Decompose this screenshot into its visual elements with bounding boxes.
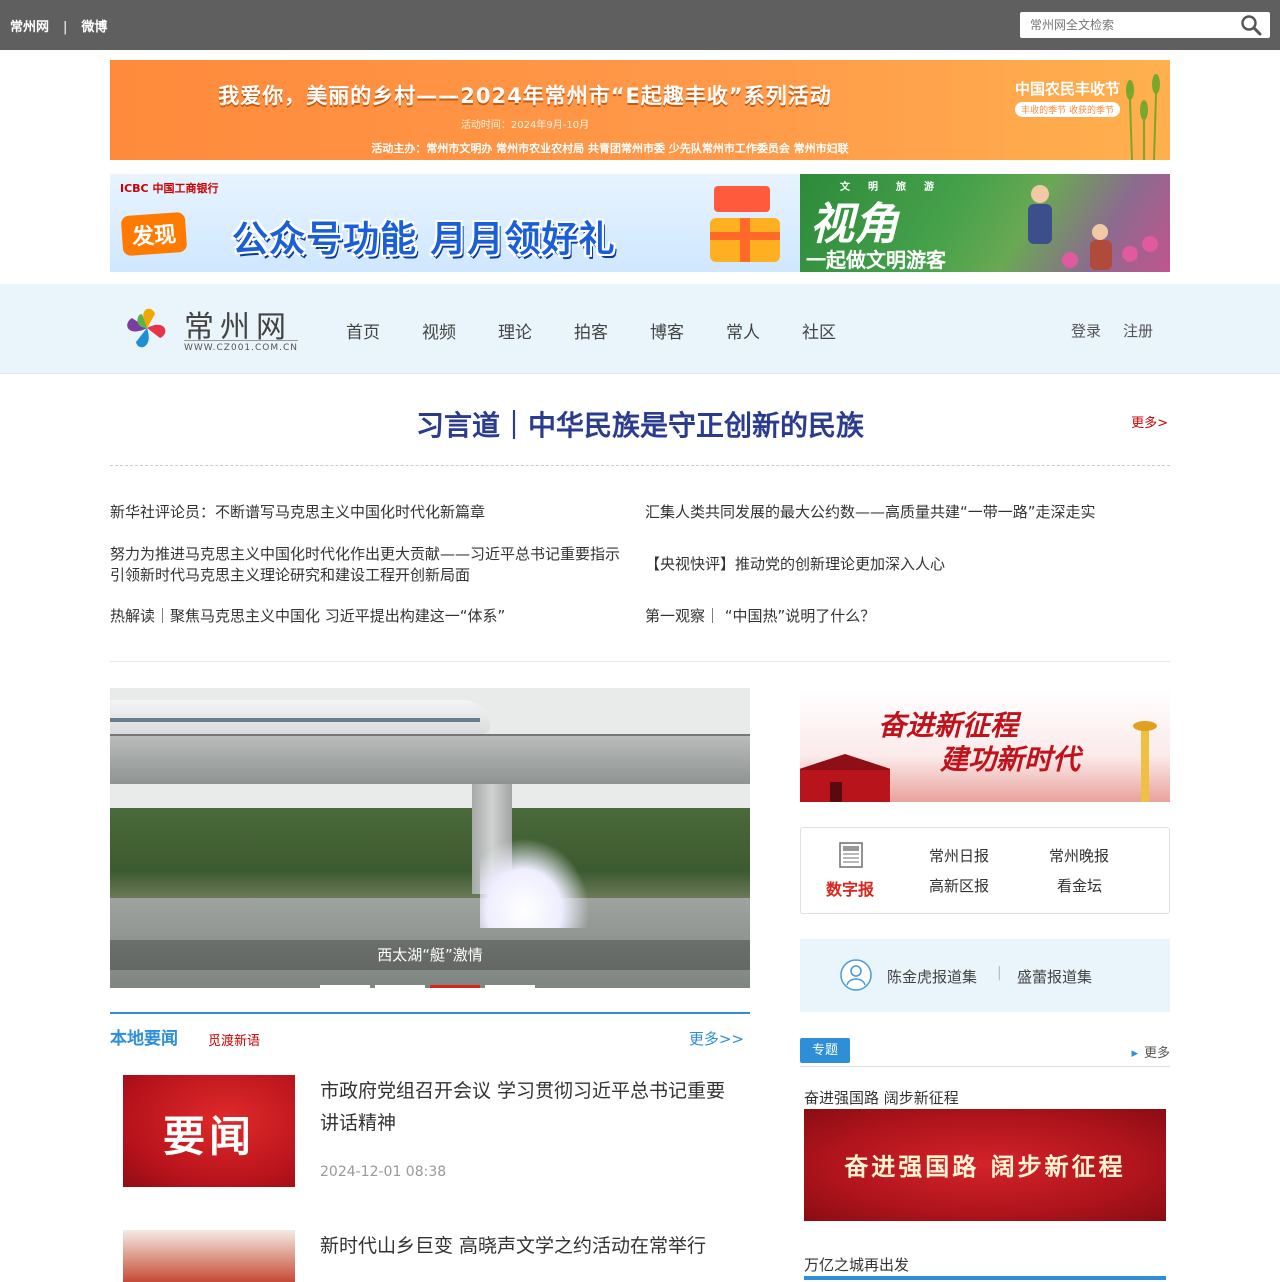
nav-item-video[interactable]: 视频	[422, 318, 456, 343]
slide-train	[110, 700, 490, 734]
epaper-box: 数字报 常州日报 常州晚报 高新区报 看金坛	[800, 827, 1170, 914]
newspaper-icon	[839, 842, 863, 868]
harvest-festival-logo: 中国农民丰收节	[1014, 80, 1120, 98]
top-separator: |	[63, 20, 68, 35]
slide-splash	[480, 838, 590, 928]
special-tag: 专题	[800, 1038, 850, 1063]
auth-links: 登录 注册	[1071, 320, 1175, 341]
slide-trees	[110, 808, 750, 898]
top-links: 常州网 | 微博	[10, 16, 107, 35]
news-link[interactable]: 汇集人类共同发展的最大公约数——高质量共建“一带一路”走深走实	[645, 502, 1165, 523]
news-thumbnail[interactable]: 要闻	[123, 1075, 295, 1187]
site-logo[interactable]: 常州网 WWW.CZ001.COM.CN	[122, 302, 302, 358]
epaper-link-gxqb[interactable]: 高新区报	[929, 875, 989, 896]
banner1-title: 我爱你，美丽的乡村——2024年常州市“E起趣丰收”系列活动	[218, 84, 832, 108]
news-link[interactable]: 新华社评论员：不断谱写马克思主义中国化时代化新篇章	[110, 502, 630, 523]
slide-caption[interactable]: 西太湖“艇”激情	[110, 940, 750, 970]
headline-more-link[interactable]: 更多>	[1131, 412, 1168, 431]
slider-dot-active[interactable]	[430, 985, 480, 988]
link-czw[interactable]: 常州网	[10, 20, 49, 35]
slide-bridge	[110, 734, 750, 784]
search-icon[interactable]	[1240, 14, 1262, 36]
news-link[interactable]: 努力为推进马克思主义中国化时代化作出更大贡献——习近平总书记重要指示引领新时代马…	[110, 544, 630, 586]
banner1-organizers: 活动主办：常州市文明办 常州市农业农村局 共青团常州市委 少先队常州市工作委员会…	[371, 142, 849, 155]
wheat-icon	[1126, 74, 1160, 160]
reports-separator: |	[997, 965, 1002, 981]
flower-logo-icon	[127, 308, 166, 348]
promo-line2: 建功新时代	[940, 743, 1081, 776]
local-news-subtitle[interactable]: 觅渡新语	[208, 1030, 260, 1049]
epaper-label[interactable]: 数字报	[826, 876, 874, 900]
special-divider	[800, 1066, 1170, 1067]
slider-dot[interactable]	[320, 985, 370, 988]
top-bar: 常州网 | 微博	[0, 0, 1280, 50]
site-search	[1020, 12, 1270, 38]
nav-item-changren[interactable]: 常人	[726, 318, 760, 343]
nav-item-home[interactable]: 首页	[346, 318, 380, 343]
login-link[interactable]: 登录	[1071, 322, 1101, 340]
civilized-tourism-banner[interactable]: 文明旅游 视角 一起做文明游客	[800, 174, 1170, 272]
faxian-badge: 发现	[120, 211, 188, 257]
report-link-shenglei[interactable]: 盛蕾报道集	[1017, 966, 1092, 987]
site-url: WWW.CZ001.COM.CN	[184, 340, 299, 353]
special-image-text: 奋进强国路 阔步新征程	[844, 1153, 1126, 1181]
special-item-title[interactable]: 万亿之城再出发	[804, 1254, 909, 1275]
banner3-title: 视角	[810, 199, 898, 250]
local-news: 本地要闻 觅渡新语 更多>> 要闻 市政府党组召开会议 学习贯彻习近平总书记重要…	[110, 1012, 750, 1282]
promo-banner[interactable]: 奋进新征程 建功新时代	[800, 688, 1170, 802]
news-thumbnail[interactable]	[123, 1230, 295, 1282]
news-grid: 新华社评论员：不断谱写马克思主义中国化时代化新篇章 汇集人类共同发展的最大公约数…	[110, 490, 1170, 662]
epaper-link-kjt[interactable]: 看金坛	[1057, 875, 1102, 896]
nav-menu: 首页 视频 理论 拍客 博客 常人 社区	[346, 318, 878, 343]
search-input[interactable]	[1020, 12, 1220, 38]
banner3-subtitle: 一起做文明游客	[806, 248, 946, 272]
local-news-item-date: 2024-12-01 08:38	[320, 1164, 447, 1180]
icbc-logo: ICBC 中国工商银行	[120, 182, 219, 195]
thumb-text: 要闻	[162, 1112, 255, 1161]
nav-item-community[interactable]: 社区	[802, 318, 836, 343]
special-topics: 专题 更多 奋进强国路 阔步新征程 奋进强国路 阔步新征程 万亿之城再出发	[800, 1038, 1170, 1280]
register-link[interactable]: 注册	[1123, 322, 1153, 340]
slider-dots	[320, 973, 540, 988]
train-stripe	[110, 718, 480, 722]
tiananmen-icon	[800, 754, 890, 802]
harvest-festival-logo-sub: 丰收的季节 收获的季节	[1015, 102, 1120, 117]
headline-title[interactable]: 习言道｜中华民族是守正创新的民族	[110, 404, 1170, 444]
person-icon	[840, 959, 872, 991]
photo-slider[interactable]: 西太湖“艇”激情	[110, 688, 750, 988]
banner1-time: 活动时间：2024年9月-10月	[460, 120, 590, 131]
special-item-title[interactable]: 奋进强国路 阔步新征程	[804, 1087, 959, 1108]
huabiao-icon	[1133, 721, 1157, 802]
link-weibo[interactable]: 微博	[81, 20, 107, 35]
harvest-festival-banner[interactable]: 我爱你，美丽的乡村——2024年常州市“E起趣丰收”系列活动 活动时间：2024…	[110, 60, 1170, 160]
local-news-title[interactable]: 本地要闻	[110, 1024, 178, 1049]
headline-section: 习言道｜中华民族是守正创新的民族 更多>	[110, 400, 1170, 466]
local-news-more-link[interactable]: 更多>>	[689, 1028, 744, 1049]
gift-icon	[710, 186, 780, 262]
icbc-slogan: 公众号功能 月月领好礼	[232, 219, 616, 260]
news-link[interactable]: 第一观察｜ “中国热”说明了什么？	[645, 606, 1165, 627]
local-news-item-title[interactable]: 市政府党组召开会议 学习贯彻习近平总书记重要讲话精神	[320, 1075, 740, 1139]
nav-item-theory[interactable]: 理论	[498, 318, 532, 343]
main-nav: 常州网 WWW.CZ001.COM.CN 首页 视频 理论 拍客 博客 常人 社区 登录 注册	[0, 284, 1280, 374]
epaper-link-czwb[interactable]: 常州晚报	[1049, 845, 1109, 866]
slider-dot[interactable]	[375, 985, 425, 988]
special-item-image[interactable]: 奋进强国路 阔步新征程	[804, 1109, 1166, 1221]
nav-item-blog[interactable]: 博客	[650, 318, 684, 343]
slider-dot[interactable]	[485, 985, 535, 988]
reports-box: 陈金虎报道集 | 盛蕾报道集	[800, 939, 1170, 1012]
special-more-link[interactable]: 更多	[1131, 1042, 1170, 1061]
icbc-banner[interactable]: ICBC 中国工商银行 发现 公众号功能 月月领好礼	[110, 174, 800, 272]
news-link[interactable]: 热解读｜聚焦马克思主义中国化 习近平提出构建这一“体系”	[110, 606, 630, 627]
epaper-link-czrb[interactable]: 常州日报	[929, 845, 989, 866]
special-item-image[interactable]	[804, 1276, 1166, 1280]
local-news-item-title[interactable]: 新时代山乡巨变 高晓声文学之约活动在常举行	[320, 1230, 740, 1262]
tourists-photo	[1028, 185, 1158, 270]
nav-item-paike[interactable]: 拍客	[574, 318, 608, 343]
report-link-chenjinhu[interactable]: 陈金虎报道集	[887, 966, 977, 987]
news-link[interactable]: 【央视快评】推动党的创新理论更加深入人心	[645, 554, 1165, 575]
